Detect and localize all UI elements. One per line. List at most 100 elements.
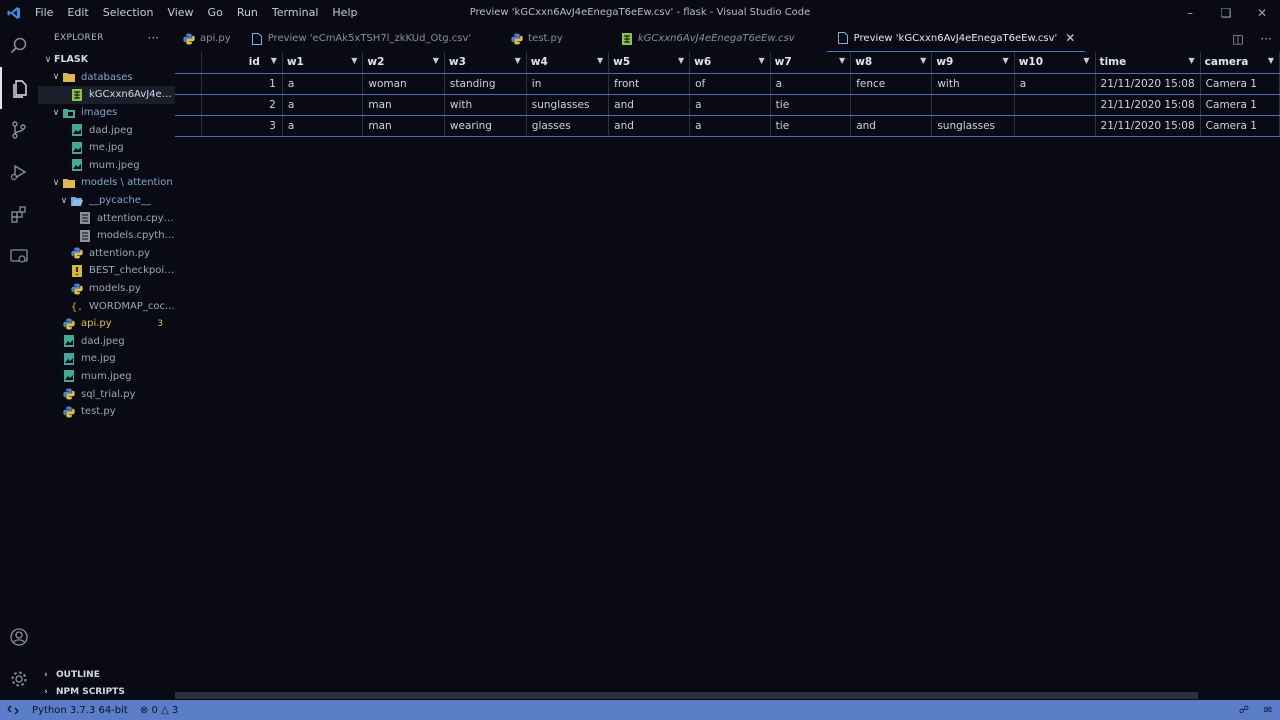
more-actions-icon[interactable]: ··· xyxy=(1252,32,1280,46)
problems-indicator[interactable]: ⊗ 0 △ 3 xyxy=(134,705,184,716)
table-cell[interactable]: of xyxy=(689,73,771,95)
column-header-time[interactable]: time ▼ xyxy=(1095,52,1201,74)
table-cell[interactable] xyxy=(931,94,1015,116)
table-cell[interactable]: fence xyxy=(850,73,933,95)
npm-scripts-section[interactable]: › NPM SCRIPTS xyxy=(38,683,175,700)
source-control-icon[interactable] xyxy=(0,109,38,151)
remote-explorer-icon[interactable] xyxy=(0,235,38,277)
account-icon[interactable] xyxy=(0,616,38,658)
editor-tab[interactable]: api.py xyxy=(175,25,241,52)
table-cell[interactable]: in xyxy=(526,73,610,95)
filter-icon[interactable]: ▼ xyxy=(1268,56,1274,65)
table-cell[interactable]: Camera 1 xyxy=(1200,73,1280,95)
column-header-w1[interactable]: w1 ▼ xyxy=(282,52,364,74)
table-cell[interactable]: a xyxy=(282,94,364,116)
close-window-icon[interactable]: ✕ xyxy=(1244,0,1280,25)
editor-tab[interactable]: Preview 'kGCxxn6AvJ4eEnegaT6eEw.csv' ✕ xyxy=(826,25,1086,52)
menu-go[interactable]: Go xyxy=(201,0,230,25)
tree-file[interactable]: sql_trial.py xyxy=(38,385,175,403)
menu-file[interactable]: File xyxy=(28,0,60,25)
table-cell[interactable]: man xyxy=(362,115,445,137)
run-debug-icon[interactable] xyxy=(0,151,38,193)
tree-file[interactable]: test.py xyxy=(38,403,175,421)
table-cell[interactable]: 21/11/2020 15:08 xyxy=(1095,94,1201,116)
tree-file[interactable]: kGCxxn6AvJ4eE... xyxy=(38,86,175,104)
filter-icon[interactable]: ▼ xyxy=(597,56,603,65)
tree-folder[interactable]: ∨ databases xyxy=(38,69,175,87)
filter-icon[interactable]: ▼ xyxy=(1189,56,1195,65)
tree-file[interactable]: models.cpytho... xyxy=(38,227,175,245)
table-cell[interactable]: a xyxy=(282,73,364,95)
column-header-w10[interactable]: w10 ▼ xyxy=(1014,52,1096,74)
horizontal-scrollbar[interactable] xyxy=(175,692,1198,699)
filter-icon[interactable]: ▼ xyxy=(271,56,277,65)
close-tab-icon[interactable]: ✕ xyxy=(1065,31,1075,45)
menu-help[interactable]: Help xyxy=(325,0,364,25)
python-interpreter[interactable]: Python 3.7.3 64-bit xyxy=(26,705,134,716)
column-header-id[interactable]: id ▼ xyxy=(201,52,283,74)
table-cell[interactable]: Camera 1 xyxy=(1200,94,1280,116)
column-header-camera[interactable]: camera ▼ xyxy=(1200,52,1280,74)
table-cell[interactable]: tie xyxy=(770,115,852,137)
tree-file[interactable]: dad.jpeg xyxy=(38,333,175,351)
column-header-w6[interactable]: w6 ▼ xyxy=(689,52,771,74)
table-cell[interactable]: sunglasses xyxy=(931,115,1015,137)
tree-file[interactable]: mum.jpeg xyxy=(38,157,175,175)
column-header-w3[interactable]: w3 ▼ xyxy=(444,52,527,74)
tree-file[interactable]: mum.jpeg xyxy=(38,368,175,386)
table-cell[interactable]: with xyxy=(444,94,527,116)
table-cell[interactable]: a xyxy=(770,73,852,95)
filter-icon[interactable]: ▼ xyxy=(515,56,521,65)
remote-icon[interactable] xyxy=(0,700,26,720)
table-cell[interactable]: sunglasses xyxy=(526,94,610,116)
table-cell[interactable]: tie xyxy=(770,94,852,116)
filter-icon[interactable]: ▼ xyxy=(920,56,926,65)
tree-file[interactable]: attention.cpyth... xyxy=(38,209,175,227)
restore-icon[interactable]: ❏ xyxy=(1208,0,1244,25)
column-header-w4[interactable]: w4 ▼ xyxy=(526,52,610,74)
column-header-w9[interactable]: w9 ▼ xyxy=(931,52,1015,74)
table-cell[interactable]: man xyxy=(362,94,445,116)
notifications-bell-icon[interactable]: ✉ xyxy=(1256,705,1280,716)
table-row[interactable]: 1 a woman standing in front of a fence with a 21/11… xyxy=(175,73,1280,95)
filter-icon[interactable]: ▼ xyxy=(759,56,765,65)
explorer-icon[interactable] xyxy=(0,67,38,109)
table-cell[interactable]: glasses xyxy=(526,115,610,137)
tree-file[interactable]: models.py xyxy=(38,280,175,298)
table-cell[interactable]: a xyxy=(1014,73,1096,95)
minimize-icon[interactable]: – xyxy=(1172,0,1208,25)
table-cell[interactable]: a xyxy=(689,115,771,137)
tree-folder[interactable]: ∨ images xyxy=(38,104,175,122)
editor-tab[interactable]: test.py xyxy=(481,25,573,52)
filter-icon[interactable]: ▼ xyxy=(1003,56,1009,65)
table-row[interactable]: 3 a man wearing glasses and a tie and sunglasses 2… xyxy=(175,115,1280,137)
column-header-w5[interactable]: w5 ▼ xyxy=(608,52,691,74)
filter-icon[interactable]: ▼ xyxy=(433,56,439,65)
menu-selection[interactable]: Selection xyxy=(96,0,161,25)
extensions-icon[interactable] xyxy=(0,193,38,235)
table-cell[interactable]: 1 xyxy=(201,73,283,95)
search-icon[interactable] xyxy=(0,25,38,67)
table-cell[interactable] xyxy=(1014,115,1096,137)
table-cell[interactable] xyxy=(850,94,933,116)
column-header-w8[interactable]: w8 ▼ xyxy=(850,52,933,74)
tree-folder[interactable]: ∨ __pycache__ xyxy=(38,192,175,210)
menu-view[interactable]: View xyxy=(160,0,200,25)
menu-run[interactable]: Run xyxy=(230,0,265,25)
feedback-icon[interactable]: ☍ xyxy=(1232,705,1256,716)
outline-section[interactable]: › OUTLINE xyxy=(38,666,175,683)
column-header-w2[interactable]: w2 ▼ xyxy=(362,52,445,74)
tree-folder[interactable]: ∨ models \ attention xyxy=(38,174,175,192)
table-cell[interactable]: 21/11/2020 15:08 xyxy=(1095,73,1201,95)
table-cell[interactable]: standing xyxy=(444,73,527,95)
table-cell[interactable]: a xyxy=(689,94,771,116)
column-header-w7[interactable]: w7 ▼ xyxy=(770,52,852,74)
filter-icon[interactable]: ▼ xyxy=(351,56,357,65)
table-cell[interactable]: 21/11/2020 15:08 xyxy=(1095,115,1201,137)
table-cell[interactable]: Camera 1 xyxy=(1200,115,1280,137)
editor-tab[interactable]: kGCxxn6AvJ4eEnegaT6eEw.csv xyxy=(573,25,805,52)
table-cell[interactable]: 2 xyxy=(201,94,283,116)
split-editor-icon[interactable]: ◫ xyxy=(1224,32,1252,46)
tree-file[interactable]: me.jpg xyxy=(38,350,175,368)
tree-file[interactable]: {..} WORDMAP_coc... xyxy=(38,297,175,315)
